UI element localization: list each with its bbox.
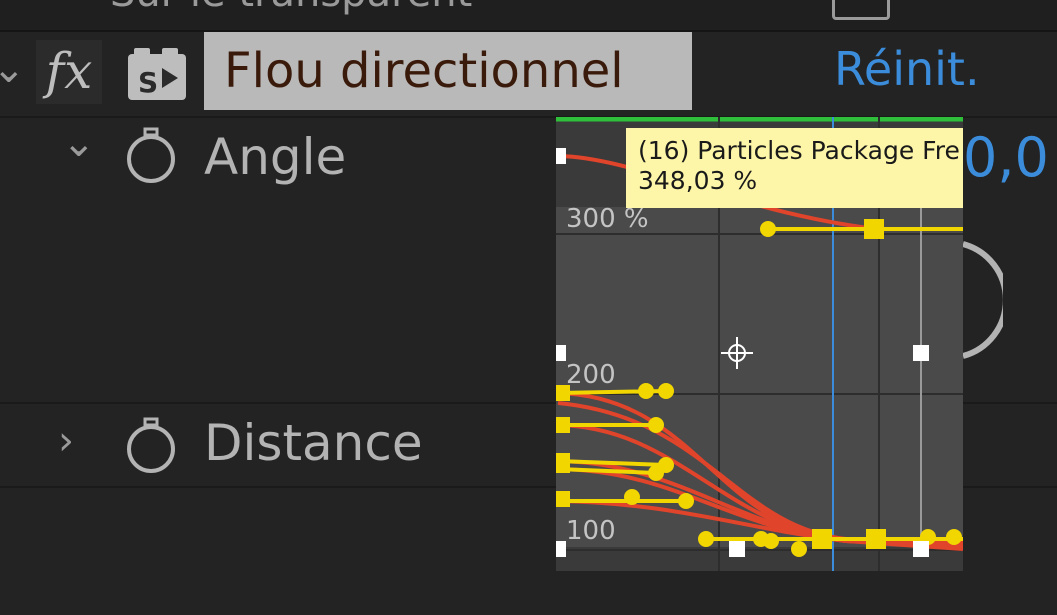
- tooltip-layer-name: (16) Particles Package Fre: [638, 136, 960, 165]
- top-partial-row: Sur le transparent: [0, 0, 1057, 32]
- graph-tick-label: 300 %: [566, 204, 649, 234]
- angle-stopwatch-icon[interactable]: [122, 126, 180, 184]
- partial-checkbox[interactable]: [832, 0, 890, 20]
- graph-tick-label: 100: [566, 516, 616, 546]
- graph-tooltip: (16) Particles Package Fre 348,03 %: [626, 128, 963, 208]
- distance-expand-chevron-icon[interactable]: ›: [58, 418, 74, 464]
- distance-stopwatch-icon[interactable]: [122, 416, 180, 474]
- reset-link[interactable]: Réinit.: [834, 42, 980, 96]
- tooltip-value: 348,03 %: [638, 166, 758, 195]
- partial-option-label: Sur le transparent: [110, 0, 472, 16]
- angle-label: Angle: [204, 128, 347, 186]
- fx-toggle-icon[interactable]: fx: [36, 40, 102, 104]
- svg-text:S: S: [138, 66, 158, 99]
- graph-tick-label: 200: [566, 360, 616, 390]
- effect-name-button[interactable]: Flou directionnel: [204, 32, 692, 110]
- angle-expand-chevron-icon[interactable]: ⌄: [62, 120, 96, 166]
- preset-browser-icon[interactable]: S: [126, 48, 188, 102]
- effect-header-row: ⌄ fx S Flou directionnel Réinit.: [0, 32, 1057, 118]
- angle-value[interactable]: 0,0 °: [963, 126, 1057, 189]
- angle-dial[interactable]: [963, 240, 1003, 360]
- distance-label: Distance: [204, 414, 423, 472]
- chevron-down-icon[interactable]: ⌄: [0, 46, 26, 92]
